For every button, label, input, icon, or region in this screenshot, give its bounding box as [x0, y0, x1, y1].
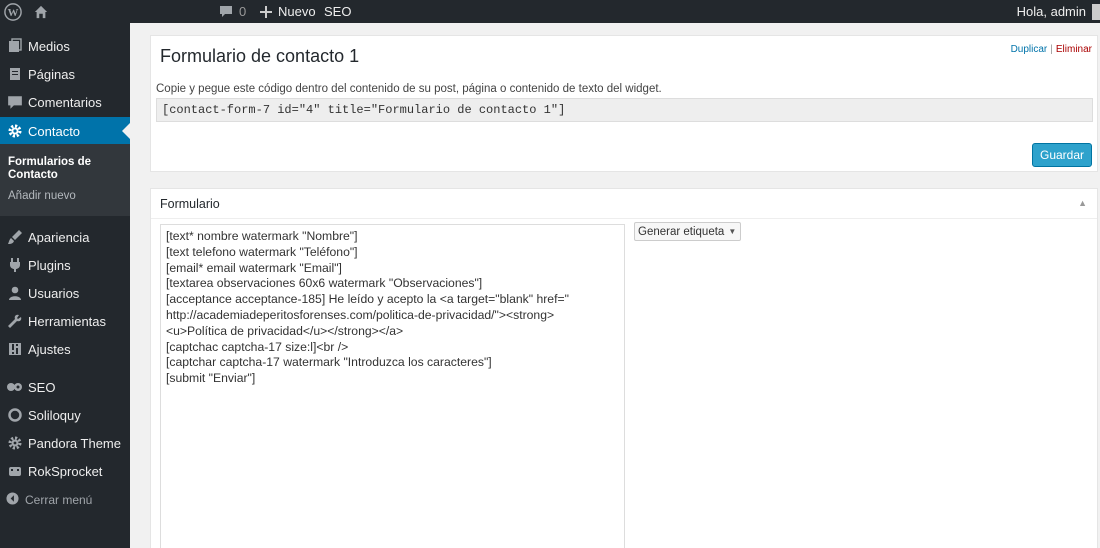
collapse-menu-button[interactable]: Cerrar menú — [0, 490, 92, 510]
separator: | — [1050, 44, 1053, 55]
menu-item-ajustes[interactable]: Ajustes — [0, 335, 130, 363]
menu-item-label: Ajustes — [28, 341, 71, 357]
submenu-item-anadir-nuevo[interactable]: Añadir nuevo — [8, 190, 76, 202]
greeting: Hola, admin — [1016, 3, 1086, 19]
collapse-box-icon[interactable]: ▲ — [1078, 198, 1087, 208]
admin-bar-account[interactable]: Hola, admin — [1017, 0, 1100, 23]
menu-item-label: Herramientas — [28, 313, 107, 329]
menu-item-contacto[interactable]: Contacto — [0, 117, 130, 145]
menu-item-comentarios[interactable]: Comentarios — [0, 88, 130, 116]
form-template-line: [email* email watermark "Email"] — [166, 260, 342, 275]
menu-item-label: Soliloquy — [28, 407, 81, 423]
menu-item-roksprocket[interactable]: RokSprocket — [0, 457, 130, 485]
menu-item-label: Apariencia — [28, 229, 90, 245]
theme-gear-icon — [5, 433, 25, 453]
menu-item-apariencia[interactable]: Apariencia — [0, 223, 130, 251]
wrench-icon — [5, 311, 25, 331]
admin-bar-comments[interactable]: 0 — [219, 0, 246, 23]
new-label: Nuevo — [278, 3, 316, 19]
menu-item-label: Comentarios — [28, 94, 102, 110]
contacto-submenu: Formularios de Contacto Añadir nuevo — [0, 144, 130, 216]
form-template-line: [textarea observaciones 60x6 watermark "… — [166, 276, 483, 291]
settings-icon — [5, 339, 25, 359]
form-template-line: [captchar captcha-17 watermark "Introduz… — [166, 355, 492, 370]
collapse-arrow-icon — [6, 492, 19, 508]
menu-item-label: Medios — [28, 38, 70, 54]
home-icon[interactable] — [34, 0, 48, 23]
submenu-item-formularios[interactable]: Formularios de Contacto — [8, 156, 118, 182]
admin-menu: Medios Páginas Comentarios Contacto Form… — [0, 23, 130, 548]
chevron-down-icon: ▼ — [728, 227, 737, 236]
form-template-line: [text telefono watermark "Teléfono"] — [166, 244, 358, 259]
avatar — [1092, 3, 1100, 20]
form-actions: Duplicar | Eliminar — [1011, 44, 1092, 55]
svg-text:W: W — [8, 7, 19, 19]
menu-item-label: Pandora Theme — [28, 435, 121, 451]
gear-icon — [5, 121, 25, 141]
media-icon — [5, 36, 25, 56]
menu-item-medios[interactable]: Medios — [0, 32, 130, 60]
menu-item-label: Contacto — [28, 123, 81, 139]
menu-item-soliloquy[interactable]: Soliloquy — [0, 401, 130, 429]
contact-form-title-box: Formulario de contacto 1 Duplicar | Elimin… — [150, 35, 1098, 172]
pages-icon — [5, 64, 25, 84]
seo-label: SEO — [324, 3, 352, 19]
admin-bar: W 0 Nuevo SEO Hola, admin — [0, 0, 1100, 23]
comment-icon — [219, 5, 233, 18]
shortcode-field[interactable]: [contact-form-7 id="4" title="Formulario… — [156, 98, 1093, 122]
wordpress-logo-icon[interactable]: W — [4, 0, 22, 23]
plug-icon — [5, 255, 25, 275]
admin-bar-seo[interactable]: SEO — [324, 0, 351, 23]
menu-item-usuarios[interactable]: Usuarios — [0, 279, 130, 307]
form-template-line: [captchac captcha-17 size:l]<br /> — [166, 339, 349, 354]
save-button[interactable]: Guardar — [1032, 143, 1092, 167]
generate-tag-dropdown[interactable]: Generar etiqueta ▼ — [634, 222, 741, 241]
menu-item-label: Páginas — [28, 66, 75, 82]
form-template-line: http://academiadeperitosforenses.com/pol… — [166, 307, 555, 322]
plus-icon — [260, 5, 272, 18]
form-editor-title: Formulario — [160, 197, 220, 211]
sprocket-icon — [5, 461, 25, 481]
comments-icon — [5, 92, 25, 112]
admin-bar-new[interactable]: Nuevo — [260, 0, 316, 23]
menu-item-herramientas[interactable]: Herramientas — [0, 307, 130, 335]
page-title: Formulario de contacto 1 — [160, 46, 360, 66]
menu-item-label: RokSprocket — [28, 463, 103, 479]
form-editor-box: Formulario ▲ [text* nombre watermark "No… — [150, 188, 1098, 548]
comments-count: 0 — [239, 3, 247, 19]
generate-tag-label: Generar etiqueta — [638, 225, 725, 238]
form-template-line: <u>Política de privacidad</u></strong></… — [166, 323, 404, 338]
form-template-line: [text* nombre watermark "Nombre"] — [166, 229, 358, 243]
user-icon — [5, 283, 25, 303]
menu-item-label: Plugins — [28, 257, 71, 273]
seo-icon — [5, 377, 25, 397]
delete-link[interactable]: Eliminar — [1056, 44, 1092, 55]
menu-item-paginas[interactable]: Páginas — [0, 60, 130, 88]
form-template-textarea[interactable]: [text* nombre watermark "Nombre"] [text … — [160, 224, 625, 548]
shortcode-hint: Copie y pegue este código dentro del con… — [156, 83, 662, 95]
brush-icon — [5, 227, 25, 247]
menu-item-seo[interactable]: SEO — [0, 373, 130, 401]
form-template-line: [submit "Enviar"] — [166, 371, 256, 386]
menu-item-label: SEO — [28, 379, 56, 395]
menu-item-pandora-theme[interactable]: Pandora Theme — [0, 429, 130, 457]
collapse-menu-label: Cerrar menú — [25, 493, 93, 507]
soliloquy-icon — [5, 405, 25, 425]
menu-item-label: Usuarios — [28, 285, 80, 301]
form-editor-header[interactable]: Formulario ▲ — [151, 189, 1097, 219]
duplicate-link[interactable]: Duplicar — [1011, 44, 1048, 55]
menu-item-plugins[interactable]: Plugins — [0, 251, 130, 279]
form-template-line: [acceptance acceptance-185] He leído y a… — [166, 292, 569, 307]
